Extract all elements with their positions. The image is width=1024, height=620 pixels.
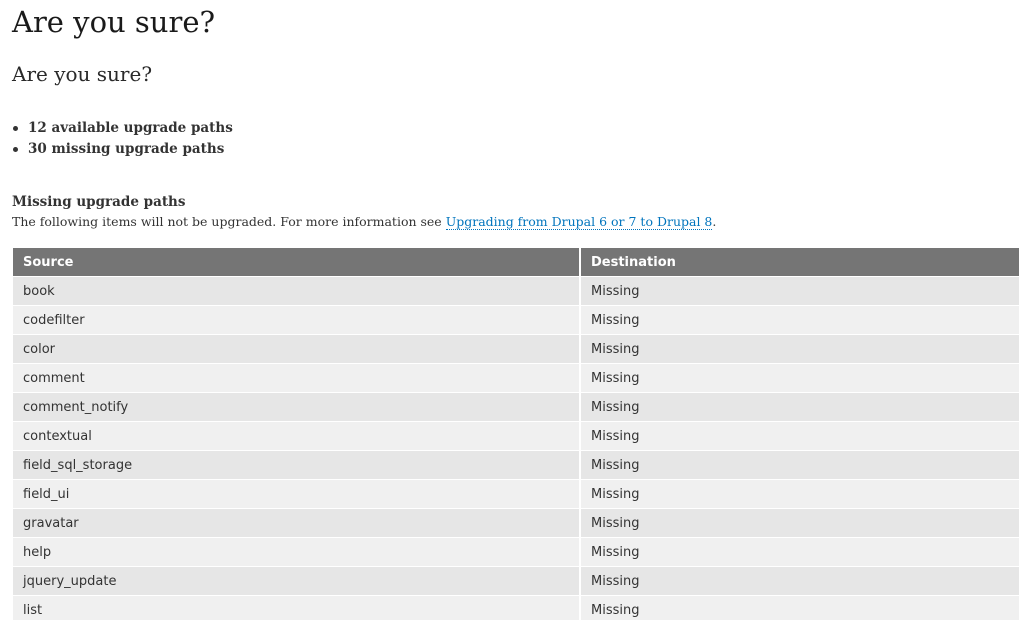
source-cell: color	[13, 334, 580, 364]
table-row: gravatar Missing	[13, 508, 1019, 538]
page-subtitle: Are you sure?	[12, 62, 153, 86]
destination-cell: Missing	[579, 450, 1019, 480]
summary-item-available: 12 available upgrade paths	[12, 118, 233, 139]
table-row: comment Missing	[13, 363, 1019, 393]
summary-item-label: 12 available upgrade paths	[28, 120, 233, 136]
missing-paths-table-container: Source Destination book Missing codefilt…	[13, 248, 1019, 620]
column-header-source: Source	[13, 248, 580, 277]
upgrade-docs-link[interactable]: Upgrading from Drupal 6 or 7 to Drupal 8	[445, 214, 713, 230]
table-row: color Missing	[13, 334, 1019, 364]
column-header-destination: Destination	[579, 248, 1019, 277]
description-suffix: .	[712, 214, 717, 229]
destination-cell: Missing	[579, 305, 1019, 335]
table-row: help Missing	[13, 537, 1019, 567]
source-cell: comment	[13, 363, 580, 393]
upgrade-review-page: Are you sure? Are you sure? 12 available…	[0, 0, 1024, 620]
source-cell: contextual	[13, 421, 580, 451]
table-row: contextual Missing	[13, 421, 1019, 451]
description-text: The following items will not be upgraded…	[12, 214, 446, 229]
summary-item-label: 30 missing upgrade paths	[28, 141, 225, 157]
destination-cell: Missing	[579, 363, 1019, 393]
table-header-row: Source Destination	[13, 248, 1019, 277]
source-cell: list	[13, 595, 580, 620]
destination-cell: Missing	[579, 508, 1019, 538]
source-cell: codefilter	[13, 305, 580, 335]
destination-cell: Missing	[579, 392, 1019, 422]
destination-cell: Missing	[579, 479, 1019, 509]
destination-cell: Missing	[579, 421, 1019, 451]
source-cell: gravatar	[13, 508, 580, 538]
table-row: field_sql_storage Missing	[13, 450, 1019, 480]
missing-paths-table: Source Destination book Missing codefilt…	[13, 248, 1019, 620]
table-row: jquery_update Missing	[13, 566, 1019, 596]
missing-paths-heading: Missing upgrade paths	[12, 194, 186, 210]
source-cell: field_sql_storage	[13, 450, 580, 480]
bullet-icon	[13, 126, 18, 131]
source-cell: comment_notify	[13, 392, 580, 422]
table-row: codefilter Missing	[13, 305, 1019, 335]
table-row: field_ui Missing	[13, 479, 1019, 509]
summary-item-missing: 30 missing upgrade paths	[12, 139, 233, 160]
destination-cell: Missing	[579, 566, 1019, 596]
source-cell: jquery_update	[13, 566, 580, 596]
source-cell: field_ui	[13, 479, 580, 509]
destination-cell: Missing	[579, 595, 1019, 620]
upgrade-summary-list: 12 available upgrade paths 30 missing up…	[12, 118, 233, 160]
page-title: Are you sure?	[12, 5, 216, 39]
destination-cell: Missing	[579, 537, 1019, 567]
table-row: comment_notify Missing	[13, 392, 1019, 422]
table-row: list Missing	[13, 595, 1019, 620]
source-cell: book	[13, 276, 580, 306]
source-cell: help	[13, 537, 580, 567]
table-row: book Missing	[13, 276, 1019, 306]
destination-cell: Missing	[579, 334, 1019, 364]
destination-cell: Missing	[579, 276, 1019, 306]
missing-paths-description: The following items will not be upgraded…	[12, 213, 716, 231]
bullet-icon	[13, 147, 18, 152]
